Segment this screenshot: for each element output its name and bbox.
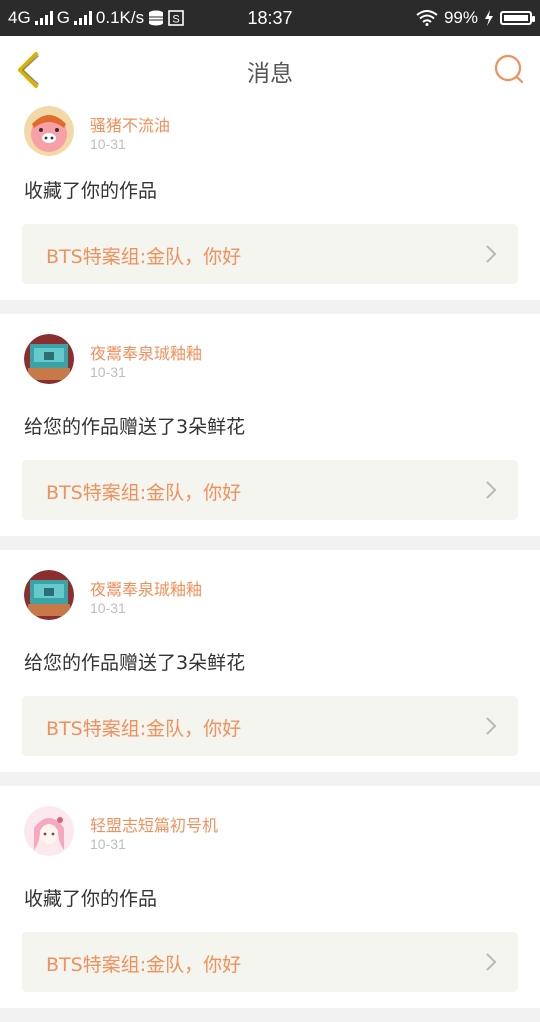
username[interactable]: 夜鬻奉泉珹釉釉 (90, 340, 202, 364)
message-date: 10-31 (90, 364, 126, 380)
work-link[interactable]: BTS特案组:金队，你好 (22, 696, 518, 756)
username[interactable]: 轻盟志短篇初号机 (90, 812, 218, 836)
message-date: 10-31 (90, 600, 126, 616)
avatar[interactable] (24, 806, 74, 856)
teal-photo-avatar-icon (24, 570, 74, 620)
wifi-icon (416, 10, 438, 26)
username[interactable]: 夜鬻奉泉珹釉釉 (90, 576, 202, 600)
chevron-right-icon (486, 953, 497, 971)
work-title: BTS特案组:金队，你好 (46, 718, 242, 740)
anime-girl-avatar-icon (24, 806, 74, 856)
message-date: 10-31 (90, 136, 126, 152)
battery-percent: 99% (443, 8, 478, 27)
action-text: 收藏了你的作品 (24, 180, 158, 202)
action-text: 给您的作品赠送了3朵鲜花 (24, 652, 246, 674)
message-header: 轻盟志短篇初号机 10-31 (0, 786, 540, 868)
teal-photo-avatar-icon (24, 334, 74, 384)
message-list: 骚猪不流油 10-31 收藏了你的作品 BTS特案组:金队，你好 夜鬻奉泉珹釉釉… (0, 102, 540, 1022)
chevron-right-icon (486, 481, 497, 499)
action-text: 收藏了你的作品 (24, 888, 158, 910)
message-card: 轻盟志短篇初号机 10-31 收藏了你的作品 BTS特案组:金队，你好 (0, 786, 540, 1008)
work-link[interactable]: BTS特案组:金队，你好 (22, 224, 518, 284)
avatar[interactable] (24, 334, 74, 384)
page-title: 消息 (247, 61, 293, 87)
nav-bar: 消息 (0, 36, 540, 103)
avatar[interactable] (24, 570, 74, 620)
status-right: 99% (416, 8, 535, 28)
work-title: BTS特案组:金队，你好 (46, 246, 242, 268)
avatar[interactable] (24, 106, 74, 156)
message-card: 骚猪不流油 10-31 收藏了你的作品 BTS特案组:金队，你好 (0, 102, 540, 300)
card-padding (0, 992, 540, 1008)
work-title: BTS特案组:金队，你好 (46, 954, 242, 976)
chevron-right-icon (486, 717, 497, 735)
cartoon-pig-avatar-icon (24, 106, 74, 156)
work-link[interactable]: BTS特案组:金队，你好 (22, 932, 518, 992)
search-icon (494, 54, 524, 84)
card-padding (0, 756, 540, 772)
message-date: 10-31 (90, 836, 126, 852)
message-header: 夜鬻奉泉珹釉釉 10-31 (0, 314, 540, 396)
chevron-right-icon (486, 245, 497, 263)
work-link[interactable]: BTS特案组:金队，你好 (22, 460, 518, 520)
message-card: 夜鬻奉泉珹釉釉 10-31 给您的作品赠送了3朵鲜花 BTS特案组:金队，你好 (0, 550, 540, 772)
username[interactable]: 骚猪不流油 (90, 112, 170, 136)
battery-icon (500, 11, 535, 25)
card-padding (0, 520, 540, 536)
charging-icon (485, 10, 493, 26)
card-padding (0, 284, 540, 300)
action-text: 给您的作品赠送了3朵鲜花 (24, 416, 246, 438)
search-button[interactable] (492, 52, 526, 86)
battery-fill (504, 15, 528, 21)
message-header: 骚猪不流油 10-31 (0, 102, 540, 168)
work-title: BTS特案组:金队，你好 (46, 482, 242, 504)
message-header: 夜鬻奉泉珹釉釉 10-31 (0, 550, 540, 632)
message-card: 夜鬻奉泉珹釉釉 10-31 给您的作品赠送了3朵鲜花 BTS特案组:金队，你好 (0, 314, 540, 536)
status-bar: 4G G 0.1K/s S 18:37 99% (0, 0, 540, 36)
